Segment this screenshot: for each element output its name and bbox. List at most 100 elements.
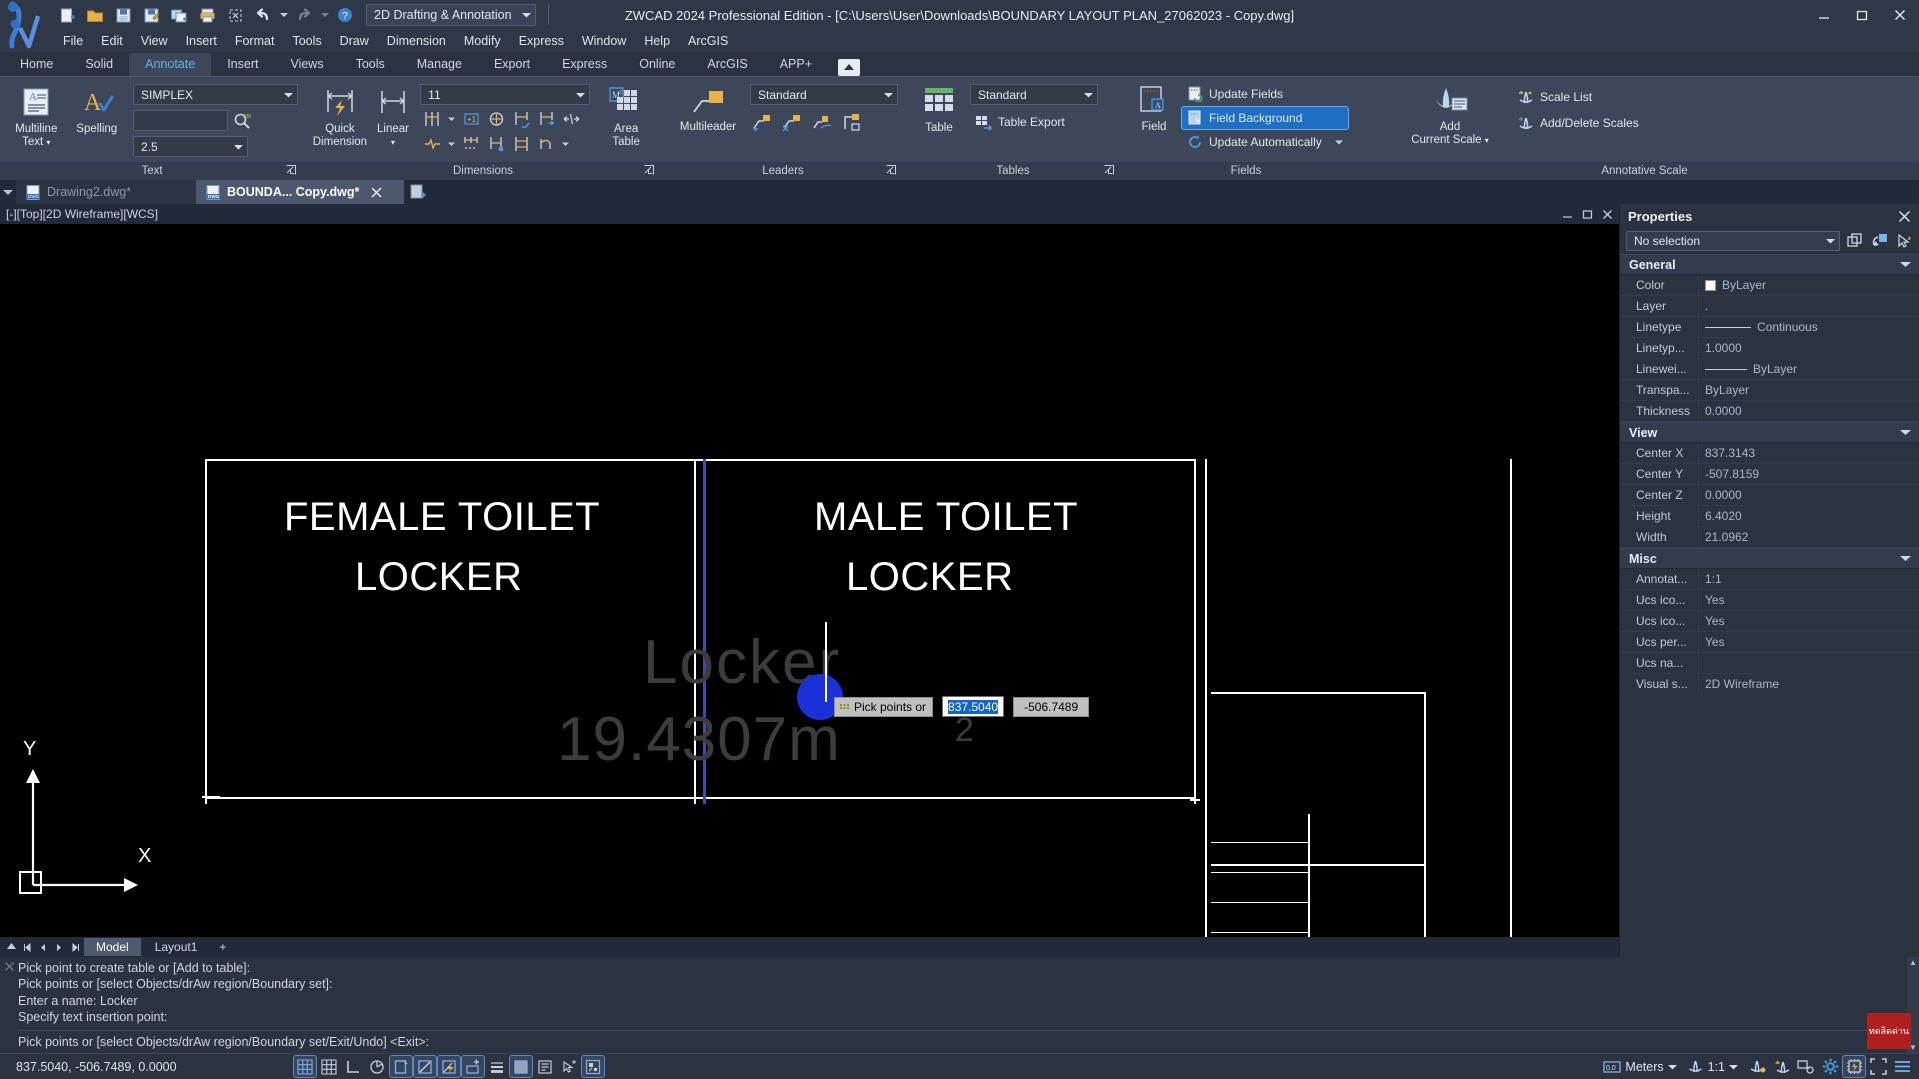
close-icon[interactable] <box>1898 210 1911 223</box>
chevron-down-icon[interactable] <box>559 133 572 155</box>
save-as-icon[interactable] <box>138 3 164 27</box>
chevron-down-icon[interactable] <box>445 108 458 130</box>
command-line-prompt[interactable]: Pick points or [select Objects/drAw regi… <box>18 1034 1901 1050</box>
properties-group-misc[interactable]: Misc <box>1620 548 1919 569</box>
ribbon-collapse-icon[interactable] <box>838 59 860 76</box>
multiline-text-button[interactable]: A Multiline Text ▾ <box>6 82 67 149</box>
dialog-launcher-icon[interactable] <box>285 164 298 177</box>
layout-tab-layout1[interactable]: Layout1 <box>143 938 210 956</box>
menu-item-edit[interactable]: Edit <box>92 32 132 50</box>
property-row-height[interactable]: Height 6.4020 <box>1620 506 1919 527</box>
property-row-center-z[interactable]: Center Z 0.0000 <box>1620 485 1919 506</box>
properties-selection-combo[interactable]: No selection <box>1626 231 1840 251</box>
property-row-center-x[interactable]: Center X 837.3143 <box>1620 443 1919 464</box>
workspace-icon[interactable] <box>1795 1056 1817 1077</box>
close-button[interactable] <box>1881 0 1919 30</box>
menu-icon[interactable] <box>1891 1056 1913 1077</box>
scale-list-button[interactable]: Scale List <box>1512 86 1644 108</box>
ribbon-tab-online[interactable]: Online <box>623 53 691 76</box>
dialog-launcher-icon[interactable] <box>643 164 656 177</box>
close-icon[interactable] <box>371 187 382 198</box>
polar-tracking-toggle[interactable] <box>366 1056 388 1077</box>
table-style-combo[interactable]: Standard <box>970 84 1098 105</box>
select-objects-icon[interactable] <box>1868 231 1890 252</box>
dimension-jog-icon[interactable] <box>420 133 444 155</box>
layout-add-button[interactable]: + <box>211 938 234 956</box>
transparency-toggle[interactable] <box>509 1055 533 1078</box>
erase-icon[interactable] <box>222 3 248 27</box>
multileader-button[interactable]: Multileader <box>668 82 748 134</box>
doc-tab-dropdown-icon[interactable] <box>0 180 16 204</box>
layout-tab-model[interactable]: Model <box>84 938 141 956</box>
quick-dimension-button[interactable]: Quick Dimension <box>310 82 370 149</box>
ribbon-tab-annotate[interactable]: Annotate <box>129 53 212 76</box>
workspace-switch-toggle[interactable] <box>581 1055 605 1078</box>
ribbon-tab-appplus[interactable]: APP+ <box>764 53 828 76</box>
menu-item-file[interactable]: File <box>54 32 92 50</box>
field-button[interactable]: A Field <box>1128 82 1180 134</box>
dimension-oblique-icon[interactable] <box>484 133 508 155</box>
menu-item-dimension[interactable]: Dimension <box>378 32 455 50</box>
coordinate-display[interactable]: 837.5040, -506.7489, 0.0000 <box>6 1060 216 1074</box>
quick-properties-toggle[interactable] <box>534 1056 556 1077</box>
chevron-down-icon[interactable] <box>1334 140 1343 145</box>
text-search-input[interactable] <box>133 110 228 131</box>
snap-mode-toggle[interactable] <box>293 1055 317 1078</box>
dimension-reassociate-icon[interactable] <box>534 108 558 130</box>
minimize-button[interactable] <box>1805 0 1843 30</box>
baseline-dimension-icon[interactable] <box>420 108 444 130</box>
property-row-linetype[interactable]: Linetype Continuous <box>1620 317 1919 338</box>
property-row-visual-style[interactable]: Visual s... 2D Wireframe <box>1620 674 1919 695</box>
property-row-layer[interactable]: Layer . <box>1620 296 1919 317</box>
ortho-mode-toggle[interactable] <box>342 1056 364 1077</box>
new-document-tab-button[interactable] <box>404 180 432 204</box>
dynamic-input-toggle[interactable] <box>461 1055 485 1078</box>
collect-leaders-icon[interactable] <box>840 111 864 133</box>
redo-dropdown-caret-icon[interactable] <box>319 3 330 27</box>
menu-item-modify[interactable]: Modify <box>455 32 510 50</box>
grid-display-toggle[interactable] <box>318 1056 340 1077</box>
auto-scale-icon[interactable] <box>1771 1056 1793 1077</box>
menu-item-draw[interactable]: Draw <box>331 32 378 50</box>
property-row-ucs-icon-on[interactable]: Ucs ico... Yes <box>1620 590 1919 611</box>
help-icon[interactable]: ? <box>332 3 358 27</box>
annotation-visibility-icon[interactable] <box>1747 1056 1769 1077</box>
document-tab-boundary-layout[interactable]: DWG BOUNDA... Copy.dwg* <box>196 180 404 204</box>
property-row-ucs-per-viewport[interactable]: Ucs per... Yes <box>1620 632 1919 653</box>
add-leader-icon[interactable] <box>750 111 774 133</box>
property-row-annotation-scale[interactable]: Annotat... 1:1 <box>1620 569 1919 590</box>
table-export-button[interactable]: Table Export <box>970 111 1098 133</box>
ribbon-tab-export[interactable]: Export <box>478 53 546 76</box>
ribbon-tab-solid[interactable]: Solid <box>69 53 129 76</box>
plot-preview-icon[interactable] <box>166 3 192 27</box>
center-mark-icon[interactable] <box>484 108 508 130</box>
ribbon-tab-views[interactable]: Views <box>274 53 339 76</box>
menu-item-tools[interactable]: Tools <box>283 32 330 50</box>
dynamic-input-y-field[interactable]: -506.7489 <box>1013 696 1090 717</box>
undo-dropdown-caret-icon[interactable] <box>278 3 289 27</box>
menu-item-window[interactable]: Window <box>573 32 635 50</box>
property-row-transparency[interactable]: Transpa... ByLayer <box>1620 380 1919 401</box>
property-row-ucs-icon-origin[interactable]: Ucs ico... Yes <box>1620 611 1919 632</box>
scroll-up-icon[interactable]: ▲ <box>1909 957 1917 968</box>
dimension-arc-icon[interactable] <box>534 133 558 155</box>
property-row-lineweight[interactable]: Linewei... ByLayer <box>1620 359 1919 380</box>
hardware-accel-icon[interactable] <box>1842 1055 1866 1078</box>
menu-item-help[interactable]: Help <box>635 32 679 50</box>
property-row-ucs-name[interactable]: Ucs na... <box>1620 653 1919 674</box>
chevron-down-icon[interactable] <box>445 133 458 155</box>
text-height-combo[interactable]: 2.5 <box>133 136 248 157</box>
viewport-close-button[interactable] <box>1602 209 1613 220</box>
ribbon-tab-arcgis[interactable]: ArcGIS <box>691 53 763 76</box>
save-icon[interactable] <box>110 3 136 27</box>
layout-first-icon[interactable] <box>20 942 34 952</box>
undo-icon[interactable] <box>250 3 276 27</box>
open-folder-icon[interactable] <box>82 3 108 27</box>
dimension-break-icon[interactable] <box>559 108 583 130</box>
dimension-space-icon[interactable] <box>509 133 533 155</box>
add-current-scale-caret-icon[interactable]: ▾ <box>1485 136 1489 145</box>
workspace-selector[interactable]: 2D Drafting & Annotation <box>366 4 536 26</box>
menu-item-arcgis[interactable]: ArcGIS <box>679 32 737 50</box>
menu-item-view[interactable]: View <box>132 32 177 50</box>
multileader-style-combo[interactable]: Standard <box>750 84 898 105</box>
